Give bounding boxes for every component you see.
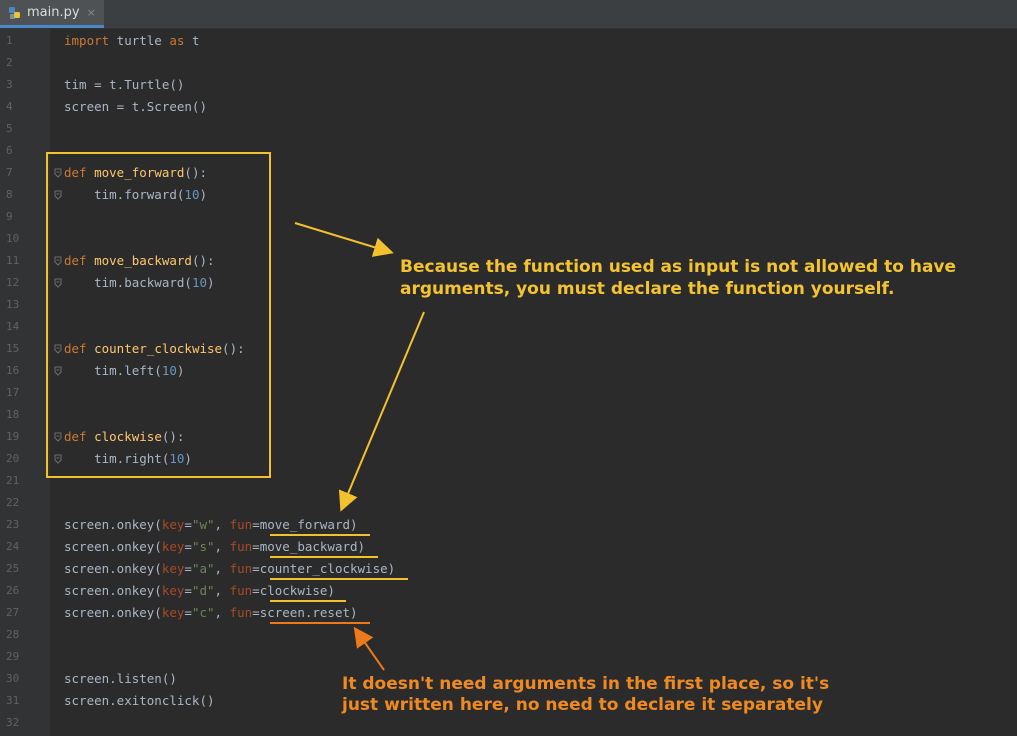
orange-annotation-line1: It doesn't need arguments in the first p…	[342, 674, 830, 694]
orange-annotation-line2: just written here, no need to declare it…	[342, 695, 823, 715]
arrow-to-note	[294, 222, 394, 257]
yellow-annotation-line2: arguments, you must declare the function…	[400, 279, 895, 299]
yellow-annotation-line1: Because the function used as input is no…	[400, 257, 957, 277]
arrow-to-screen-reset	[353, 626, 385, 671]
yellow-annotation: Because the function used as input is no…	[400, 256, 1015, 300]
arrow-to-onkey	[338, 311, 425, 512]
orange-annotation: It doesn't need arguments in the first p…	[342, 674, 942, 716]
annotation-arrows	[294, 222, 425, 671]
